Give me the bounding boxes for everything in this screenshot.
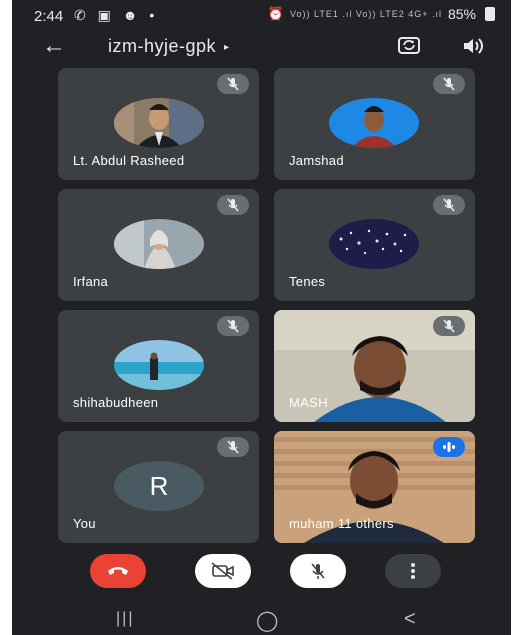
status-right: ⏰ Vo)) LTE1 .ıl Vo)) LTE2 4G+ .ıl 85% [268,6,495,22]
mic-off-icon [311,563,325,579]
avatar [329,219,419,269]
avatar [114,98,204,148]
participant-name: shihabudheen [73,395,159,410]
more-options-button[interactable] [385,554,441,588]
others-count: 11 others [337,516,394,531]
participant-tile[interactable]: MASH [274,310,475,422]
camera-toggle-button[interactable] [195,554,251,588]
network-signal-icon: Vo)) LTE1 .ıl Vo)) LTE2 4G+ .ıl [290,9,442,19]
chevron-right-icon: ▸ [224,42,230,53]
mic-off-icon [433,74,465,94]
meeting-code[interactable]: izm-hyje-gpk ▸ [108,36,230,57]
battery-icon [485,7,495,21]
participant-tile[interactable]: Irfana [58,189,259,301]
mic-off-icon [433,316,465,336]
speaking-indicator-icon [433,437,465,457]
avatar [329,98,419,148]
participant-tile-others[interactable]: muham 11 others [274,431,475,543]
participant-name: MASH [289,395,328,410]
phone-hangup-icon [108,567,128,575]
status-time: 2:44 [34,8,64,25]
mic-off-icon [217,316,249,336]
avatar: R [114,461,204,511]
alarm-icon: ⏰ [267,6,284,21]
meeting-code-text: izm-hyje-gpk [108,36,217,56]
participant-tile[interactable]: Tenes [274,189,475,301]
system-nav-bar: ||| ◯ < [12,604,511,635]
participant-tile[interactable]: shihabudheen [58,310,259,422]
participant-name: Tenes [289,274,326,289]
participant-tile[interactable]: Lt. Abdul Rasheed [58,68,259,180]
mic-off-icon [217,437,249,457]
battery-level: 85% [447,6,476,22]
meeting-top-bar: ← izm-hyje-gpk ▸ [12,30,511,64]
mic-off-icon [433,195,465,215]
participant-name: muham [289,516,334,531]
call-controls [12,550,511,602]
speaker-icon[interactable] [460,35,486,57]
video-off-icon [211,562,234,580]
mic-off-icon [217,74,249,94]
participant-name: Irfana [73,274,109,289]
participant-name: Jamshad [289,153,344,168]
participant-tile[interactable]: Jamshad [274,68,475,180]
avatar [114,340,204,390]
participant-name: Lt. Abdul Rasheed [73,153,185,168]
notification-icons: ✆ ▣ ☻ • [74,7,159,23]
end-call-button[interactable] [90,554,146,588]
participant-name: You [73,516,96,531]
switch-camera-icon[interactable] [396,34,422,56]
avatar-initial: R [149,470,169,501]
participant-tile-self[interactable]: R You [58,431,259,543]
mic-off-icon [217,195,249,215]
avatar [114,219,204,269]
status-bar: 2:44 ✆ ▣ ☻ • ⏰ Vo)) LTE1 .ıl Vo)) LTE2 4… [12,0,511,30]
mic-toggle-button[interactable] [290,554,346,588]
recents-button[interactable]: ||| [116,610,134,628]
more-vertical-icon [411,563,415,579]
nav-back-button[interactable]: < [404,608,416,631]
back-arrow-icon[interactable]: ← [42,32,66,60]
participant-name-group: muham 11 others [289,516,394,531]
phone-screen: 2:44 ✆ ▣ ☻ • ⏰ Vo)) LTE1 .ıl Vo)) LTE2 4… [12,0,511,635]
home-button[interactable]: ◯ [256,608,278,633]
